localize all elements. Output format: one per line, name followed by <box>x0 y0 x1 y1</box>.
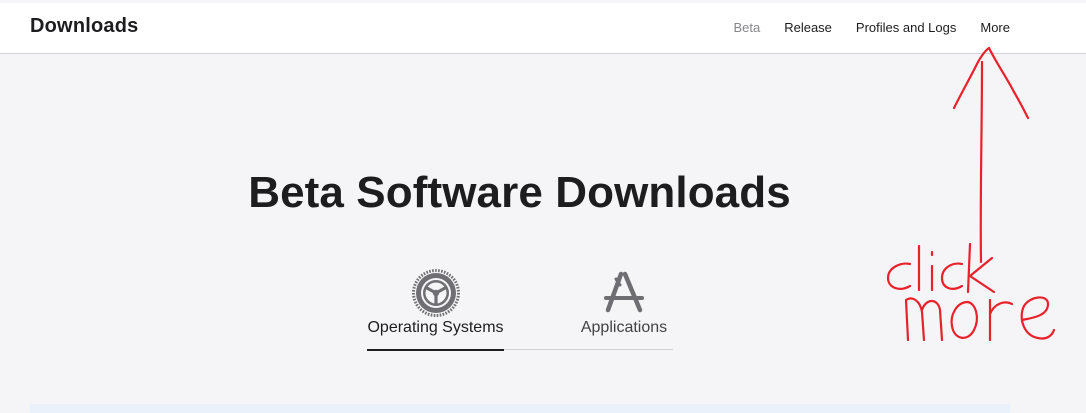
nav-link-more[interactable]: More <box>980 20 1010 35</box>
content-panel-top <box>30 404 1010 413</box>
nav-title[interactable]: Downloads <box>30 15 138 38</box>
annotation-text <box>886 242 1056 342</box>
app-store-icon <box>604 271 644 313</box>
tab-label-operating-systems: Operating Systems <box>367 319 504 336</box>
platform-tabs: Operating Systems Applications <box>367 266 673 351</box>
navbar: Downloads Beta Release Profiles and Logs… <box>0 3 1086 54</box>
nav-links: Beta Release Profiles and Logs More <box>733 20 1010 35</box>
tab-label-applications: Applications <box>580 319 668 336</box>
page-title: Beta Software Downloads <box>248 168 791 217</box>
nav-link-release[interactable]: Release <box>784 20 832 35</box>
arrow-up-icon <box>952 46 1030 264</box>
tab-applications[interactable]: Applications <box>575 266 673 350</box>
gear-icon <box>411 269 460 317</box>
nav-link-beta[interactable]: Beta <box>733 20 760 35</box>
tab-operating-systems[interactable]: Operating Systems <box>367 266 504 351</box>
nav-link-profiles-and-logs[interactable]: Profiles and Logs <box>856 20 956 35</box>
